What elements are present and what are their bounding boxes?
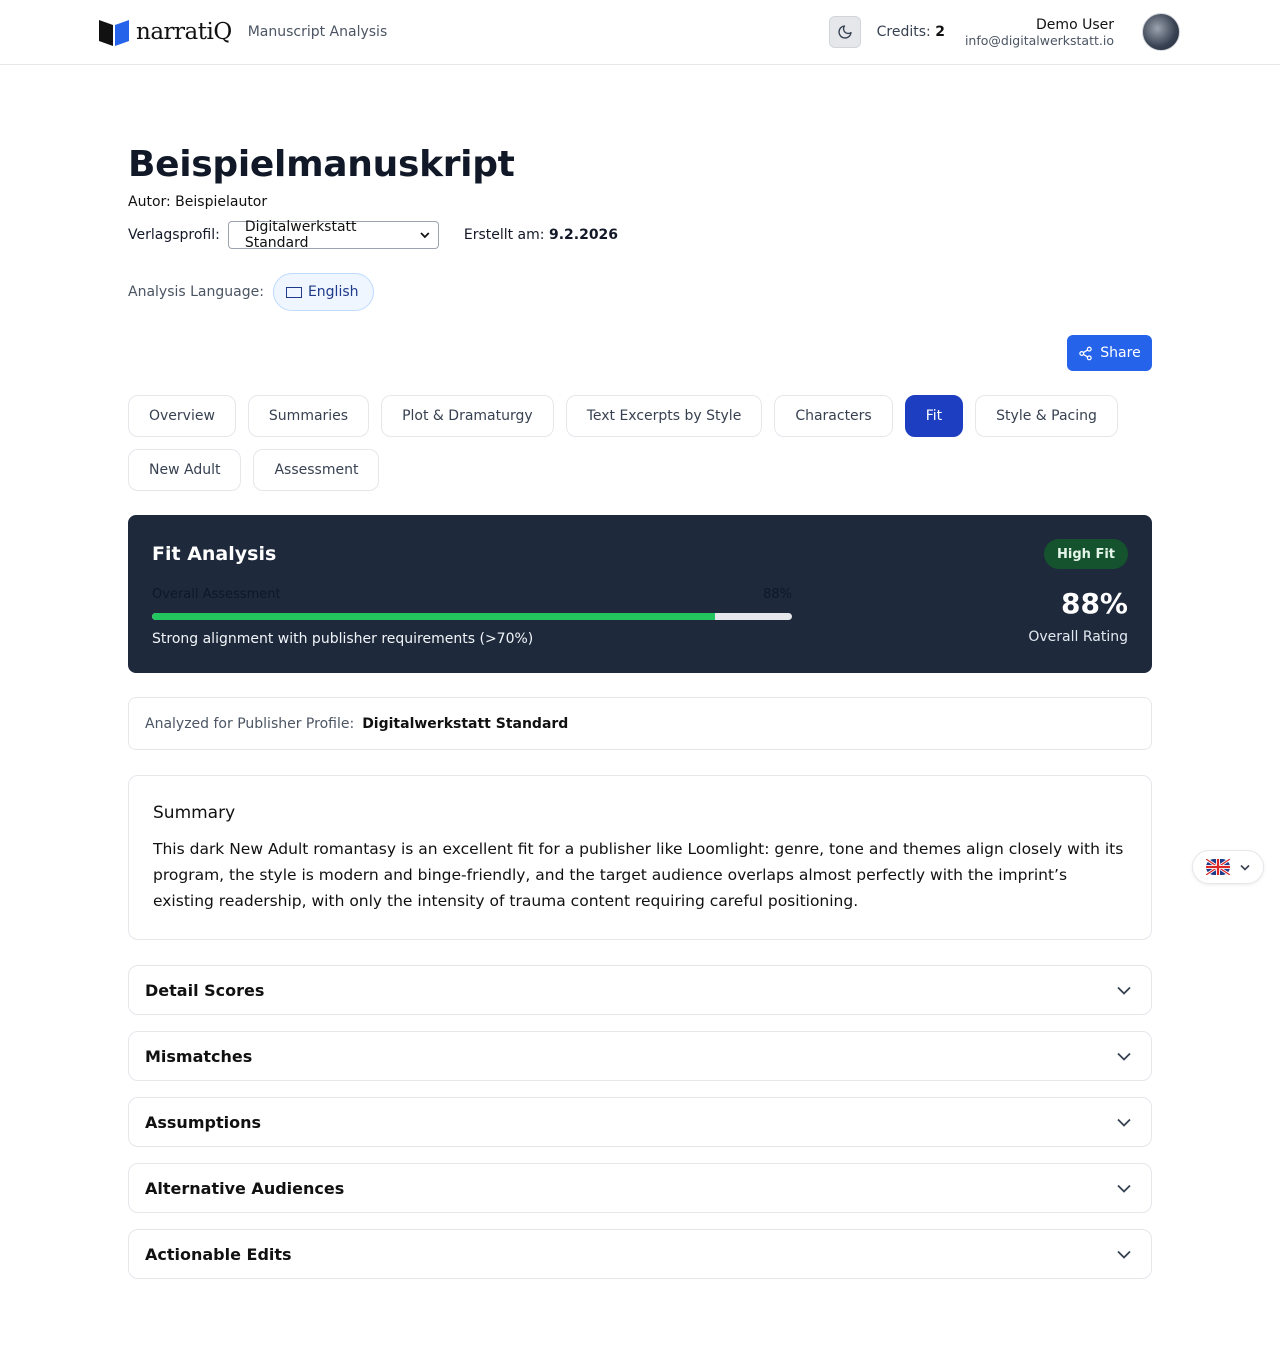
fit-analysis-card: Fit Analysis High Fit Overall Assessment… xyxy=(128,515,1152,673)
created-value: 9.2.2026 xyxy=(548,227,619,243)
accordion-assumptions[interactable]: Assumptions xyxy=(128,1097,1152,1147)
fit-badge: High Fit xyxy=(1044,539,1128,569)
accordion-list: Detail Scores Mismatches Assumptions Alt… xyxy=(128,965,1152,1279)
tab-assessment[interactable]: Assessment xyxy=(253,449,380,491)
chevron-down-icon xyxy=(1117,1118,1131,1127)
credits-value: 2 xyxy=(935,24,945,40)
meta-row: Verlagsprofil: Digitalwerkstatt Standard… xyxy=(128,219,1152,251)
top-navigation-bar: narratiQ Manuscript Analysis Credits: 2 … xyxy=(0,0,1280,65)
tab-style-pacing[interactable]: Style & Pacing xyxy=(975,395,1118,437)
analysis-language-pill[interactable]: English xyxy=(272,273,374,311)
accordion-title: Detail Scores xyxy=(145,980,265,1000)
publisher-profile-card: Analyzed for Publisher Profile: Digitalw… xyxy=(128,697,1152,750)
user-email: info@digitalwerkstatt.io xyxy=(964,32,1114,48)
tab-characters[interactable]: Characters xyxy=(774,395,893,437)
avatar[interactable] xyxy=(1142,13,1180,51)
progress-value: 88% xyxy=(763,587,792,602)
chevron-down-icon xyxy=(1117,986,1131,995)
brand-name: narratiQ xyxy=(136,19,232,45)
chevron-down-icon xyxy=(1117,1052,1131,1061)
summary-text: This dark New Adult romantasy is an exce… xyxy=(153,840,1124,910)
share-button[interactable]: Share xyxy=(1067,335,1152,371)
credits-label: Credits: xyxy=(876,24,931,40)
flag-icon xyxy=(285,286,302,298)
tab-plot-dramaturgy[interactable]: Plot & Dramaturgy xyxy=(381,395,554,437)
moon-icon xyxy=(838,25,852,39)
tab-text-excerpts[interactable]: Text Excerpts by Style xyxy=(565,395,763,437)
profile-label: Verlagsprofil: xyxy=(128,227,220,243)
overall-rating-label: Overall Rating xyxy=(1028,629,1128,645)
tab-overview[interactable]: Overview xyxy=(128,395,236,437)
publisher-profile-value: Digitalwerkstatt Standard xyxy=(244,219,357,251)
accordion-alternative-audiences[interactable]: Alternative Audiences xyxy=(128,1163,1152,1213)
page-title: Beispielmanuskript xyxy=(128,144,515,185)
brand[interactable]: narratiQ Manuscript Analysis xyxy=(98,17,387,47)
theme-toggle-button[interactable] xyxy=(828,16,861,48)
analysis-language-row: Analysis Language: English xyxy=(128,273,1152,311)
publisher-profile-card-label: Analyzed for Publisher Profile: xyxy=(145,715,355,732)
progress-bar xyxy=(152,613,792,620)
fit-note: Strong alignment with publisher requirem… xyxy=(152,631,534,647)
brand-subtitle: Manuscript Analysis xyxy=(247,24,388,40)
share-label: Share xyxy=(1100,345,1141,361)
tab-bar: Overview Summaries Plot & Dramaturgy Tex… xyxy=(128,395,1152,491)
accordion-actionable-edits[interactable]: Actionable Edits xyxy=(128,1229,1152,1279)
credits-indicator: Credits: 2 xyxy=(877,24,945,40)
share-icon xyxy=(1079,346,1093,360)
main-content: Beispielmanuskript Autor: Beispielautor … xyxy=(128,65,1152,1279)
progress-labels: Overall Assessment 88% xyxy=(152,587,792,602)
tab-new-adult[interactable]: New Adult xyxy=(128,449,242,491)
user-info[interactable]: Demo User info@digitalwerkstatt.io xyxy=(965,17,1114,48)
chevron-down-icon xyxy=(1117,1184,1131,1193)
fit-title: Fit Analysis xyxy=(152,543,277,565)
summary-card: Summary This dark New Adult romantasy is… xyxy=(128,775,1152,940)
overall-rating-value: 88% xyxy=(1060,587,1128,620)
ui-language-switcher[interactable] xyxy=(1192,850,1264,884)
summary-title: Summary xyxy=(153,803,236,823)
accordion-title: Actionable Edits xyxy=(145,1244,292,1264)
uk-flag-icon xyxy=(1206,859,1230,875)
accordion-title: Assumptions xyxy=(145,1112,261,1132)
author-line: Autor: Beispielautor xyxy=(128,194,268,210)
accordion-detail-scores[interactable]: Detail Scores xyxy=(128,965,1152,1015)
accordion-title: Alternative Audiences xyxy=(145,1178,345,1198)
chevron-down-icon xyxy=(420,232,430,239)
tab-fit[interactable]: Fit xyxy=(904,395,964,437)
accordion-mismatches[interactable]: Mismatches xyxy=(128,1031,1152,1081)
book-logo-icon: narratiQ xyxy=(98,17,232,47)
accordion-title: Mismatches xyxy=(145,1046,253,1066)
progress-label: Overall Assessment xyxy=(152,587,281,602)
progress-bar-fill xyxy=(152,613,716,620)
analysis-language-value: English xyxy=(307,284,359,300)
chevron-down-icon xyxy=(1240,864,1250,871)
user-name: Demo User xyxy=(1036,16,1114,33)
chevron-down-icon xyxy=(1117,1250,1131,1259)
publisher-profile-card-value: Digitalwerkstatt Standard xyxy=(362,715,569,732)
created-date: Erstellt am: 9.2.2026 xyxy=(464,227,618,243)
created-label: Erstellt am: xyxy=(463,227,545,243)
analysis-language-label: Analysis Language: xyxy=(128,284,264,300)
tab-summaries[interactable]: Summaries xyxy=(247,395,370,437)
publisher-profile-select[interactable]: Digitalwerkstatt Standard xyxy=(227,219,439,251)
